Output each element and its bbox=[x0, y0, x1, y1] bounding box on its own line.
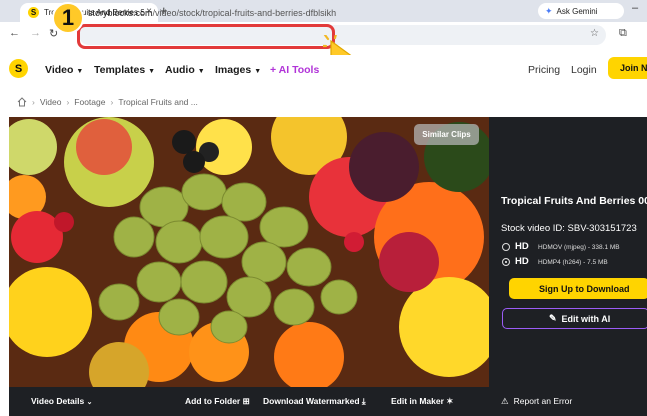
nav-templates[interactable]: Templates ▼ bbox=[94, 64, 155, 76]
nav-ai-tools[interactable]: + AI Tools bbox=[270, 64, 319, 76]
nav-video-label: Video bbox=[45, 64, 74, 76]
format-desc-mp4: HDMP4 (h264) - 7.5 MB bbox=[538, 259, 608, 266]
edit-in-maker-button[interactable]: Edit in Maker ✶ bbox=[391, 396, 453, 407]
nav-audio-label: Audio bbox=[165, 64, 195, 76]
format-radio-mov[interactable] bbox=[502, 243, 510, 251]
login-link[interactable]: Login bbox=[571, 64, 597, 76]
url-highlight-box bbox=[77, 24, 335, 49]
folder-add-icon: ⊞ bbox=[242, 396, 250, 406]
fruit-video-thumbnail bbox=[9, 117, 489, 387]
similar-clips-button[interactable]: Similar Clips bbox=[414, 124, 479, 145]
report-error-link[interactable]: ⚠ Report an Error bbox=[501, 396, 572, 407]
storyblocks-logo[interactable]: S bbox=[9, 59, 28, 78]
chevron-down-icon: ▼ bbox=[197, 68, 205, 75]
clip-info-panel: Tropical Fruits And Berries 002 Stock vi… bbox=[489, 117, 647, 416]
breadcrumb-current: Tropical Fruits and ... bbox=[118, 97, 198, 107]
forward-arrow-icon[interactable]: → bbox=[30, 27, 41, 39]
download-watermarked-label: Download Watermarked bbox=[263, 396, 360, 406]
edit-with-ai-button[interactable]: ✎ Edit with AI bbox=[502, 308, 647, 329]
breadcrumb-video[interactable]: Video bbox=[40, 97, 62, 107]
join-button[interactable]: Join N bbox=[608, 57, 647, 79]
report-error-label: Report an Error bbox=[513, 396, 573, 406]
pricing-link[interactable]: Pricing bbox=[528, 64, 560, 76]
format-radio-mp4[interactable] bbox=[502, 258, 510, 266]
format-desc-mov: HDMOV (mjpeg) - 338.1 MB bbox=[538, 244, 620, 251]
edit-with-ai-label: Edit with AI bbox=[561, 313, 611, 324]
storyblocks-favicon-icon: S bbox=[28, 7, 39, 18]
step-number-badge: 1 bbox=[52, 2, 84, 34]
back-arrow-icon[interactable]: ← bbox=[9, 27, 20, 39]
extensions-icon[interactable]: ⧉ bbox=[619, 27, 627, 40]
video-preview[interactable] bbox=[9, 117, 489, 387]
breadcrumb-separator-icon: › bbox=[66, 97, 70, 107]
nav-images-label: Images bbox=[215, 64, 252, 76]
download-icon: ⤓ bbox=[361, 396, 366, 406]
gemini-label: Ask Gemini bbox=[556, 6, 598, 16]
video-details-toggle[interactable]: Video Details ⌄ bbox=[31, 396, 92, 406]
site-header: S Video ▼ Templates ▼ Audio ▼ Images ▼ + AI … bbox=[0, 55, 647, 85]
edit-in-maker-label: Edit in Maker bbox=[391, 396, 444, 406]
gemini-sparkle-icon: ✦ bbox=[545, 5, 553, 16]
download-watermarked-button[interactable]: Download Watermarked ⤓ bbox=[263, 396, 366, 407]
maker-icon: ✶ bbox=[446, 396, 454, 406]
add-to-folder-label: Add to Folder bbox=[185, 396, 241, 406]
home-icon[interactable] bbox=[17, 97, 27, 107]
magic-wand-icon: ✎ bbox=[549, 313, 557, 323]
format-hd-label: HD bbox=[515, 256, 529, 267]
warning-icon: ⚠ bbox=[501, 396, 509, 406]
format-hd-label: HD bbox=[515, 241, 529, 252]
sign-up-download-button[interactable]: Sign Up to Download bbox=[509, 278, 647, 299]
breadcrumb: › Video › Footage › Tropical Fruits and … bbox=[17, 97, 198, 107]
browser-window: S Tropical Fruits And Berries Stock F × … bbox=[0, 0, 647, 416]
chevron-down-icon: ⌄ bbox=[86, 399, 93, 406]
bookmark-star-icon[interactable]: ☆ bbox=[590, 28, 599, 39]
video-action-bar: Video Details ⌄ Add to Folder ⊞ Download… bbox=[9, 387, 489, 416]
stock-id: Stock video ID: SBV-303151723 bbox=[501, 223, 637, 234]
url-domain: storyblocks.com bbox=[88, 8, 153, 18]
url-text[interactable]: storyblocks.com/video/stock/tropical-fru… bbox=[88, 8, 336, 18]
breadcrumb-separator-icon: › bbox=[32, 97, 35, 107]
breadcrumb-footage[interactable]: Footage bbox=[74, 97, 105, 107]
nav-ai-tools-label: + AI Tools bbox=[270, 64, 320, 76]
chevron-down-icon: ▼ bbox=[254, 68, 262, 75]
breadcrumb-separator-icon: › bbox=[110, 97, 114, 107]
add-to-folder-button[interactable]: Add to Folder ⊞ bbox=[185, 396, 250, 407]
nav-templates-label: Templates bbox=[94, 64, 146, 76]
nav-images[interactable]: Images ▼ bbox=[215, 64, 261, 76]
url-path: /video/stock/tropical-fruits-and-berries… bbox=[152, 8, 337, 18]
nav-video[interactable]: Video ▼ bbox=[45, 64, 83, 76]
clip-title: Tropical Fruits And Berries 002 bbox=[501, 195, 647, 207]
ask-gemini-button[interactable]: ✦ Ask Gemini bbox=[538, 3, 624, 19]
chevron-down-icon: ▼ bbox=[148, 68, 156, 75]
chevron-down-icon: ▼ bbox=[76, 68, 84, 75]
video-details-label: Video Details bbox=[31, 396, 85, 406]
nav-audio[interactable]: Audio ▼ bbox=[165, 64, 205, 76]
minimize-icon[interactable]: – bbox=[632, 2, 638, 14]
